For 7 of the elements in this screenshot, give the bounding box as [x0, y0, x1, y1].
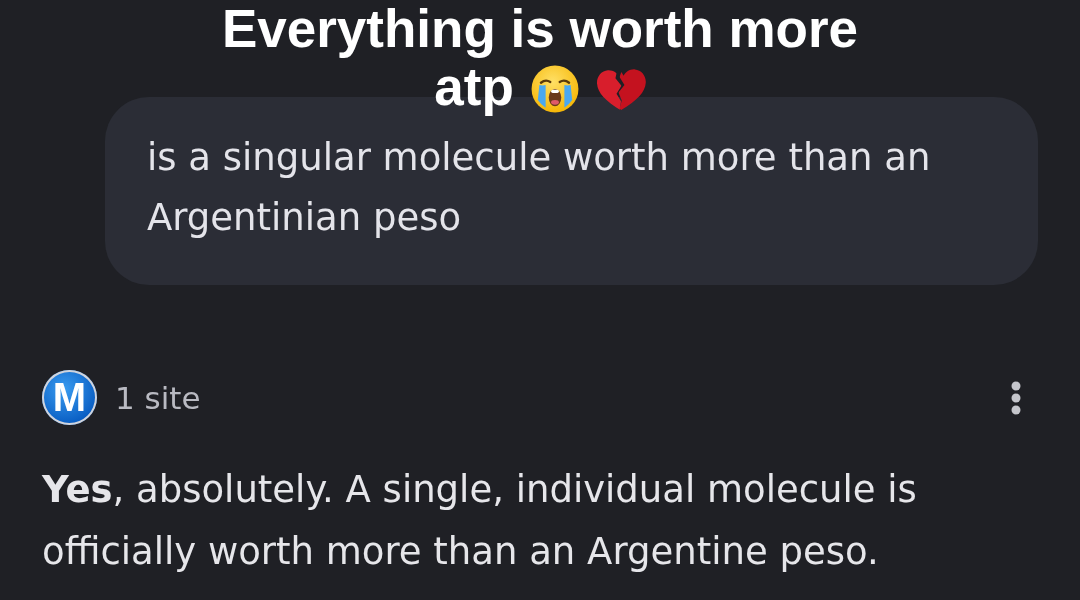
- site-logo-icon: M: [42, 370, 97, 425]
- caption-text: Everything is worth more: [221, 0, 859, 58]
- site-count-text: 1 site: [115, 379, 201, 416]
- caption-text: atp: [434, 58, 514, 116]
- answer-text: Yes, absolutely. A single, individual molecule is officially worth more than an Argentine peso.: [42, 467, 918, 575]
- query-text: is a singular molecule worth more than an Argentinian peso: [147, 135, 932, 241]
- more-options-icon: [1011, 380, 1021, 415]
